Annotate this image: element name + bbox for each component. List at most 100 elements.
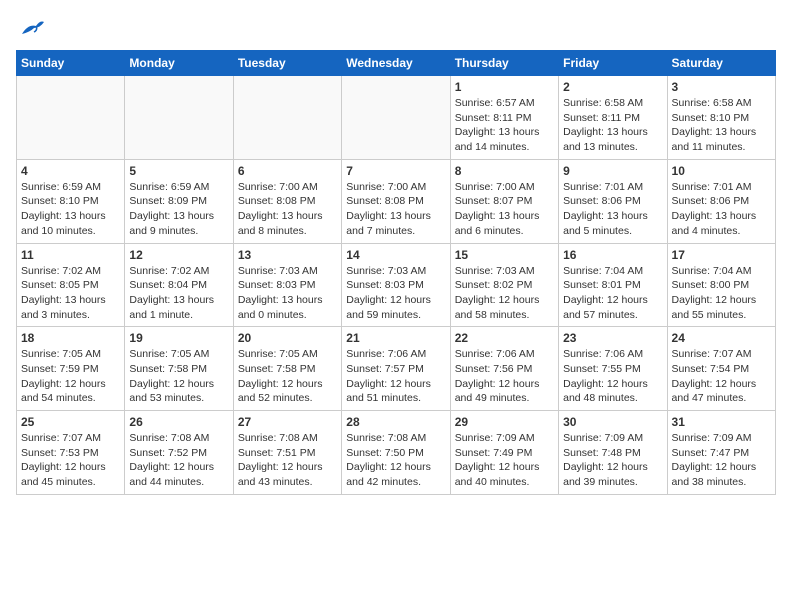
day-info: Sunrise: 7:02 AM Sunset: 8:05 PM Dayligh… xyxy=(21,264,120,323)
day-info: Sunrise: 7:09 AM Sunset: 7:49 PM Dayligh… xyxy=(455,431,554,490)
day-number: 21 xyxy=(346,331,445,345)
calendar-cell: 17 Sunrise: 7:04 AM Sunset: 8:00 PM Dayli… xyxy=(667,243,775,327)
weekday-header-row: SundayMondayTuesdayWednesdayThursdayFrid… xyxy=(17,51,776,76)
day-info: Sunrise: 7:09 AM Sunset: 7:47 PM Dayligh… xyxy=(672,431,771,490)
calendar-cell: 14 Sunrise: 7:03 AM Sunset: 8:03 PM Dayli… xyxy=(342,243,450,327)
day-info: Sunrise: 7:05 AM Sunset: 7:58 PM Dayligh… xyxy=(129,347,228,406)
day-number: 22 xyxy=(455,331,554,345)
calendar-week-row-2: 4Sunrise: 6:59 AM Sunset: 8:10 PM Daylig… xyxy=(17,159,776,243)
day-info: Sunrise: 7:03 AM Sunset: 8:03 PM Dayligh… xyxy=(346,264,445,323)
day-info: Sunrise: 7:00 AM Sunset: 8:08 PM Dayligh… xyxy=(238,180,337,239)
day-number: 2 xyxy=(563,80,662,94)
day-number: 26 xyxy=(129,415,228,429)
day-info: Sunrise: 7:01 AM Sunset: 8:06 PM Dayligh… xyxy=(563,180,662,239)
calendar-cell: 27 Sunrise: 7:08 AM Sunset: 7:51 PM Dayli… xyxy=(233,411,341,495)
day-number: 23 xyxy=(563,331,662,345)
page-header xyxy=(16,16,776,38)
day-info: Sunrise: 7:06 AM Sunset: 7:55 PM Dayligh… xyxy=(563,347,662,406)
day-number: 11 xyxy=(21,248,120,262)
day-number: 8 xyxy=(455,164,554,178)
day-number: 3 xyxy=(672,80,771,94)
day-number: 14 xyxy=(346,248,445,262)
day-number: 5 xyxy=(129,164,228,178)
day-number: 20 xyxy=(238,331,337,345)
calendar-cell: 23 Sunrise: 7:06 AM Sunset: 7:55 PM Dayli… xyxy=(559,327,667,411)
calendar-cell: 3 Sunrise: 6:58 AM Sunset: 8:10 PM Daylig… xyxy=(667,76,775,160)
calendar-cell: 19 Sunrise: 7:05 AM Sunset: 7:58 PM Dayli… xyxy=(125,327,233,411)
day-info: Sunrise: 7:08 AM Sunset: 7:51 PM Dayligh… xyxy=(238,431,337,490)
day-info: Sunrise: 7:04 AM Sunset: 8:00 PM Dayligh… xyxy=(672,264,771,323)
calendar-cell: 28 Sunrise: 7:08 AM Sunset: 7:50 PM Dayli… xyxy=(342,411,450,495)
weekday-header-wednesday: Wednesday xyxy=(342,51,450,76)
day-info: Sunrise: 6:58 AM Sunset: 8:11 PM Dayligh… xyxy=(563,96,662,155)
logo xyxy=(16,16,46,38)
calendar-week-row-4: 18 Sunrise: 7:05 AM Sunset: 7:59 PM Dayli… xyxy=(17,327,776,411)
calendar-week-row-5: 25 Sunrise: 7:07 AM Sunset: 7:53 PM Dayli… xyxy=(17,411,776,495)
day-number: 30 xyxy=(563,415,662,429)
calendar-cell: 6Sunrise: 7:00 AM Sunset: 8:08 PM Daylig… xyxy=(233,159,341,243)
calendar-week-row-3: 11 Sunrise: 7:02 AM Sunset: 8:05 PM Dayli… xyxy=(17,243,776,327)
calendar-cell: 8 Sunrise: 7:00 AM Sunset: 8:07 PM Daylig… xyxy=(450,159,558,243)
day-number: 7 xyxy=(346,164,445,178)
day-info: Sunrise: 7:05 AM Sunset: 7:59 PM Dayligh… xyxy=(21,347,120,406)
day-number: 19 xyxy=(129,331,228,345)
weekday-header-tuesday: Tuesday xyxy=(233,51,341,76)
day-info: Sunrise: 7:03 AM Sunset: 8:02 PM Dayligh… xyxy=(455,264,554,323)
logo-bird-icon xyxy=(18,16,46,38)
calendar-cell xyxy=(17,76,125,160)
day-number: 18 xyxy=(21,331,120,345)
calendar-cell: 2 Sunrise: 6:58 AM Sunset: 8:11 PM Daylig… xyxy=(559,76,667,160)
calendar-cell: 16 Sunrise: 7:04 AM Sunset: 8:01 PM Dayli… xyxy=(559,243,667,327)
day-number: 31 xyxy=(672,415,771,429)
calendar-cell: 29 Sunrise: 7:09 AM Sunset: 7:49 PM Dayli… xyxy=(450,411,558,495)
day-number: 29 xyxy=(455,415,554,429)
calendar-week-row-1: 1 Sunrise: 6:57 AM Sunset: 8:11 PM Daylig… xyxy=(17,76,776,160)
weekday-header-saturday: Saturday xyxy=(667,51,775,76)
day-number: 10 xyxy=(672,164,771,178)
day-info: Sunrise: 7:07 AM Sunset: 7:53 PM Dayligh… xyxy=(21,431,120,490)
day-number: 25 xyxy=(21,415,120,429)
calendar-cell: 24Sunrise: 7:07 AM Sunset: 7:54 PM Dayli… xyxy=(667,327,775,411)
calendar-cell: 21 Sunrise: 7:06 AM Sunset: 7:57 PM Dayli… xyxy=(342,327,450,411)
day-info: Sunrise: 7:02 AM Sunset: 8:04 PM Dayligh… xyxy=(129,264,228,323)
day-number: 12 xyxy=(129,248,228,262)
day-info: Sunrise: 6:57 AM Sunset: 8:11 PM Dayligh… xyxy=(455,96,554,155)
day-info: Sunrise: 7:06 AM Sunset: 7:57 PM Dayligh… xyxy=(346,347,445,406)
calendar-cell xyxy=(342,76,450,160)
day-number: 16 xyxy=(563,248,662,262)
day-info: Sunrise: 7:07 AM Sunset: 7:54 PM Dayligh… xyxy=(672,347,771,406)
weekday-header-friday: Friday xyxy=(559,51,667,76)
calendar-cell: 9 Sunrise: 7:01 AM Sunset: 8:06 PM Daylig… xyxy=(559,159,667,243)
weekday-header-sunday: Sunday xyxy=(17,51,125,76)
calendar-cell xyxy=(125,76,233,160)
calendar-cell xyxy=(233,76,341,160)
day-info: Sunrise: 7:03 AM Sunset: 8:03 PM Dayligh… xyxy=(238,264,337,323)
calendar-cell: 7 Sunrise: 7:00 AM Sunset: 8:08 PM Daylig… xyxy=(342,159,450,243)
day-number: 17 xyxy=(672,248,771,262)
calendar-cell: 31 Sunrise: 7:09 AM Sunset: 7:47 PM Dayli… xyxy=(667,411,775,495)
calendar-cell: 26 Sunrise: 7:08 AM Sunset: 7:52 PM Dayli… xyxy=(125,411,233,495)
day-info: Sunrise: 7:00 AM Sunset: 8:08 PM Dayligh… xyxy=(346,180,445,239)
day-info: Sunrise: 7:06 AM Sunset: 7:56 PM Dayligh… xyxy=(455,347,554,406)
day-number: 9 xyxy=(563,164,662,178)
day-number: 13 xyxy=(238,248,337,262)
calendar-cell: 22 Sunrise: 7:06 AM Sunset: 7:56 PM Dayli… xyxy=(450,327,558,411)
calendar-cell: 5Sunrise: 6:59 AM Sunset: 8:09 PM Daylig… xyxy=(125,159,233,243)
calendar-cell: 30Sunrise: 7:09 AM Sunset: 7:48 PM Dayli… xyxy=(559,411,667,495)
day-info: Sunrise: 7:00 AM Sunset: 8:07 PM Dayligh… xyxy=(455,180,554,239)
calendar-cell: 1 Sunrise: 6:57 AM Sunset: 8:11 PM Daylig… xyxy=(450,76,558,160)
calendar-cell: 25 Sunrise: 7:07 AM Sunset: 7:53 PM Dayli… xyxy=(17,411,125,495)
day-info: Sunrise: 7:01 AM Sunset: 8:06 PM Dayligh… xyxy=(672,180,771,239)
day-info: Sunrise: 7:04 AM Sunset: 8:01 PM Dayligh… xyxy=(563,264,662,323)
calendar-cell: 4Sunrise: 6:59 AM Sunset: 8:10 PM Daylig… xyxy=(17,159,125,243)
day-number: 28 xyxy=(346,415,445,429)
day-number: 1 xyxy=(455,80,554,94)
day-info: Sunrise: 6:58 AM Sunset: 8:10 PM Dayligh… xyxy=(672,96,771,155)
calendar-cell: 13 Sunrise: 7:03 AM Sunset: 8:03 PM Dayli… xyxy=(233,243,341,327)
weekday-header-thursday: Thursday xyxy=(450,51,558,76)
day-info: Sunrise: 7:08 AM Sunset: 7:52 PM Dayligh… xyxy=(129,431,228,490)
day-number: 27 xyxy=(238,415,337,429)
day-info: Sunrise: 7:08 AM Sunset: 7:50 PM Dayligh… xyxy=(346,431,445,490)
day-number: 15 xyxy=(455,248,554,262)
day-number: 4 xyxy=(21,164,120,178)
